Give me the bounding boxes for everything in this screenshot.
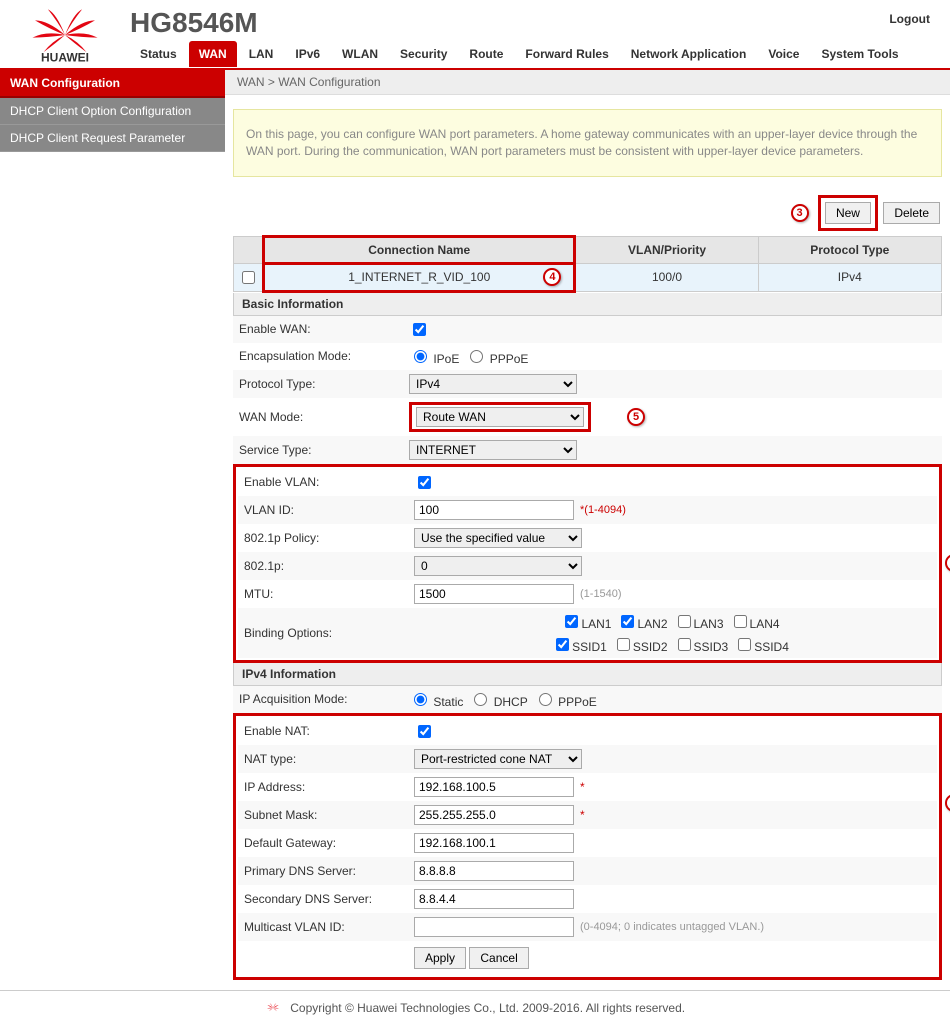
subnet-mask-label: Subnet Mask: — [244, 808, 414, 822]
binding-ssid2-checkbox[interactable] — [617, 638, 630, 651]
device-title: HG8546M — [130, 7, 930, 39]
sidebar-item-wan-configuration[interactable]: WAN Configuration — [0, 70, 225, 98]
ip-address-label: IP Address: — [244, 780, 414, 794]
default-gateway-input[interactable] — [414, 833, 574, 853]
service-type-select[interactable]: INTERNET — [409, 440, 577, 460]
delete-button[interactable]: Delete — [883, 202, 940, 224]
nav-status[interactable]: Status — [130, 41, 187, 67]
8021p-select[interactable]: 0 — [414, 556, 582, 576]
col-vlan-priority: VLAN/Priority — [575, 236, 758, 263]
nav-voice[interactable]: Voice — [758, 41, 809, 67]
nav-lan[interactable]: LAN — [239, 41, 284, 67]
encap-mode-label: Encapsulation Mode: — [239, 349, 409, 363]
binding-lan4-checkbox[interactable] — [734, 615, 747, 628]
nav-system-tools[interactable]: System Tools — [811, 41, 908, 67]
breadcrumb: WAN > WAN Configuration — [225, 70, 950, 95]
8021p-policy-label: 802.1p Policy: — [244, 531, 414, 545]
section-basic-info: Basic Information — [233, 293, 942, 316]
binding-options-label: Binding Options: — [244, 626, 414, 640]
encap-pppoe-radio[interactable] — [470, 350, 483, 363]
row-connection-name: 1_INTERNET_R_VID_100 — [348, 270, 490, 284]
annotation-6: 6 — [945, 554, 950, 572]
ip-acq-label: IP Acquisition Mode: — [239, 692, 409, 706]
table-row[interactable]: 1_INTERNET_R_VID_100 4 100/0 IPv4 — [234, 263, 942, 291]
row-select-checkbox[interactable] — [242, 271, 255, 284]
row-vlan: 100/0 — [575, 263, 758, 291]
ip-address-input[interactable] — [414, 777, 574, 797]
svg-text:HUAWEI: HUAWEI — [41, 51, 89, 65]
sidebar-item-dhcp-client-request-parameter[interactable]: DHCP Client Request Parameter — [0, 125, 225, 152]
row-proto: IPv4 — [758, 263, 941, 291]
nav-network-application[interactable]: Network Application — [621, 41, 757, 67]
primary-dns-input[interactable] — [414, 861, 574, 881]
binding-lan1-checkbox[interactable] — [565, 615, 578, 628]
nav-route[interactable]: Route — [459, 41, 513, 67]
enable-wan-checkbox[interactable] — [413, 323, 426, 336]
binding-lan3-checkbox[interactable] — [678, 615, 691, 628]
sidebar-item-dhcp-client-option-configuration[interactable]: DHCP Client Option Configuration — [0, 98, 225, 125]
ip-acq-dhcp-radio[interactable] — [474, 693, 487, 706]
col-protocol-type: Protocol Type — [758, 236, 941, 263]
multicast-vlan-label: Multicast VLAN ID: — [244, 920, 414, 934]
apply-button[interactable]: Apply — [414, 947, 466, 969]
subnet-mask-input[interactable] — [414, 805, 574, 825]
enable-vlan-label: Enable VLAN: — [244, 475, 414, 489]
ip-acq-pppoe-radio[interactable] — [539, 693, 552, 706]
toolbar: 3 New Delete — [225, 191, 950, 235]
new-button[interactable]: New — [825, 202, 871, 224]
secondary-dns-label: Secondary DNS Server: — [244, 892, 414, 906]
enable-wan-label: Enable WAN: — [239, 322, 409, 336]
mtu-input[interactable] — [414, 584, 574, 604]
protocol-type-label: Protocol Type: — [239, 377, 409, 391]
protocol-type-select[interactable]: IPv4 — [409, 374, 577, 394]
wan-mode-label: WAN Mode: — [239, 410, 409, 424]
default-gateway-label: Default Gateway: — [244, 836, 414, 850]
vlan-id-label: VLAN ID: — [244, 503, 414, 517]
enable-vlan-checkbox[interactable] — [418, 476, 431, 489]
binding-ssid4-checkbox[interactable] — [738, 638, 751, 651]
ip-acq-static-radio[interactable] — [414, 693, 427, 706]
sidebar: WAN ConfigurationDHCP Client Option Conf… — [0, 70, 225, 980]
nav-ipv6[interactable]: IPv6 — [285, 41, 330, 67]
enable-nat-checkbox[interactable] — [418, 725, 431, 738]
8021p-policy-select[interactable]: Use the specified value — [414, 528, 582, 548]
connection-table: Connection Name VLAN/Priority Protocol T… — [233, 235, 942, 293]
annotation-4: 4 — [543, 268, 561, 286]
encap-ipoe-radio[interactable] — [414, 350, 427, 363]
binding-ssid3-checkbox[interactable] — [678, 638, 691, 651]
huawei-logo: HUAWEI — [20, 5, 110, 68]
mtu-label: MTU: — [244, 587, 414, 601]
nav-forward-rules[interactable]: Forward Rules — [515, 41, 618, 67]
cancel-button[interactable]: Cancel — [469, 947, 528, 969]
annotation-5: 5 — [627, 408, 645, 426]
wan-mode-select[interactable]: Route WAN — [416, 407, 584, 427]
nav-wan[interactable]: WAN — [189, 41, 237, 67]
8021p-label: 802.1p: — [244, 559, 414, 573]
enable-nat-label: Enable NAT: — [244, 724, 414, 738]
service-type-label: Service Type: — [239, 443, 409, 457]
annotation-3: 3 — [791, 204, 809, 222]
footer: Copyright © Huawei Technologies Co., Ltd… — [0, 990, 950, 1025]
nat-type-select[interactable]: Port-restricted cone NAT — [414, 749, 582, 769]
col-connection-name: Connection Name — [264, 236, 575, 263]
annotation-7: 7 — [945, 794, 950, 812]
nav-security[interactable]: Security — [390, 41, 457, 67]
binding-ssid1-checkbox[interactable] — [556, 638, 569, 651]
logout-link[interactable]: Logout — [889, 12, 930, 26]
secondary-dns-input[interactable] — [414, 889, 574, 909]
main-nav: StatusWANLANIPv6WLANSecurityRouteForward… — [130, 41, 930, 67]
section-ipv4-info: IPv4 Information — [233, 663, 942, 686]
copyright-text: Copyright © Huawei Technologies Co., Ltd… — [290, 1001, 685, 1015]
huawei-mini-logo — [265, 1001, 281, 1015]
multicast-vlan-input[interactable] — [414, 917, 574, 937]
primary-dns-label: Primary DNS Server: — [244, 864, 414, 878]
binding-lan2-checkbox[interactable] — [621, 615, 634, 628]
vlan-id-input[interactable] — [414, 500, 574, 520]
page-description: On this page, you can configure WAN port… — [233, 109, 942, 177]
nat-type-label: NAT type: — [244, 752, 414, 766]
nav-wlan[interactable]: WLAN — [332, 41, 388, 67]
